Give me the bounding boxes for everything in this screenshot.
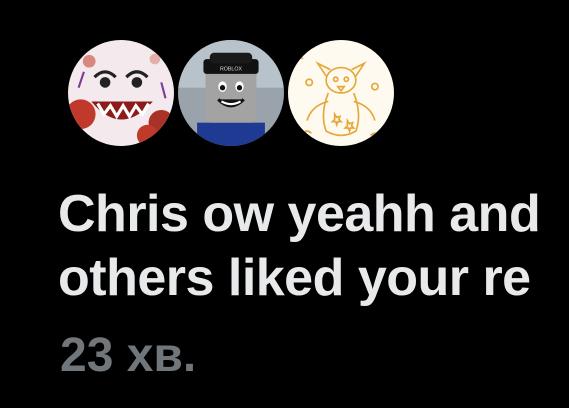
notification-text[interactable]: Chris ow yeahh and others liked your re <box>58 182 569 310</box>
avatar-bird-sketch[interactable] <box>284 36 398 150</box>
notification-line-2: others liked your re <box>58 249 531 307</box>
clown-drawing-icon <box>68 40 174 146</box>
liker-avatars: ROBLOX <box>64 36 424 152</box>
cropped-text-fragment <box>62 394 362 408</box>
notification-line-1: Chris ow yeahh and <box>58 185 541 243</box>
avatar-roblox-character[interactable]: ROBLOX <box>174 36 288 150</box>
roblox-character-icon: ROBLOX <box>178 40 284 146</box>
notification-timestamp: 23 хв. <box>60 329 197 382</box>
bird-sketch-icon <box>288 40 394 146</box>
svg-text:ROBLOX: ROBLOX <box>220 67 243 73</box>
avatar-clown-drawing[interactable] <box>64 36 178 150</box>
